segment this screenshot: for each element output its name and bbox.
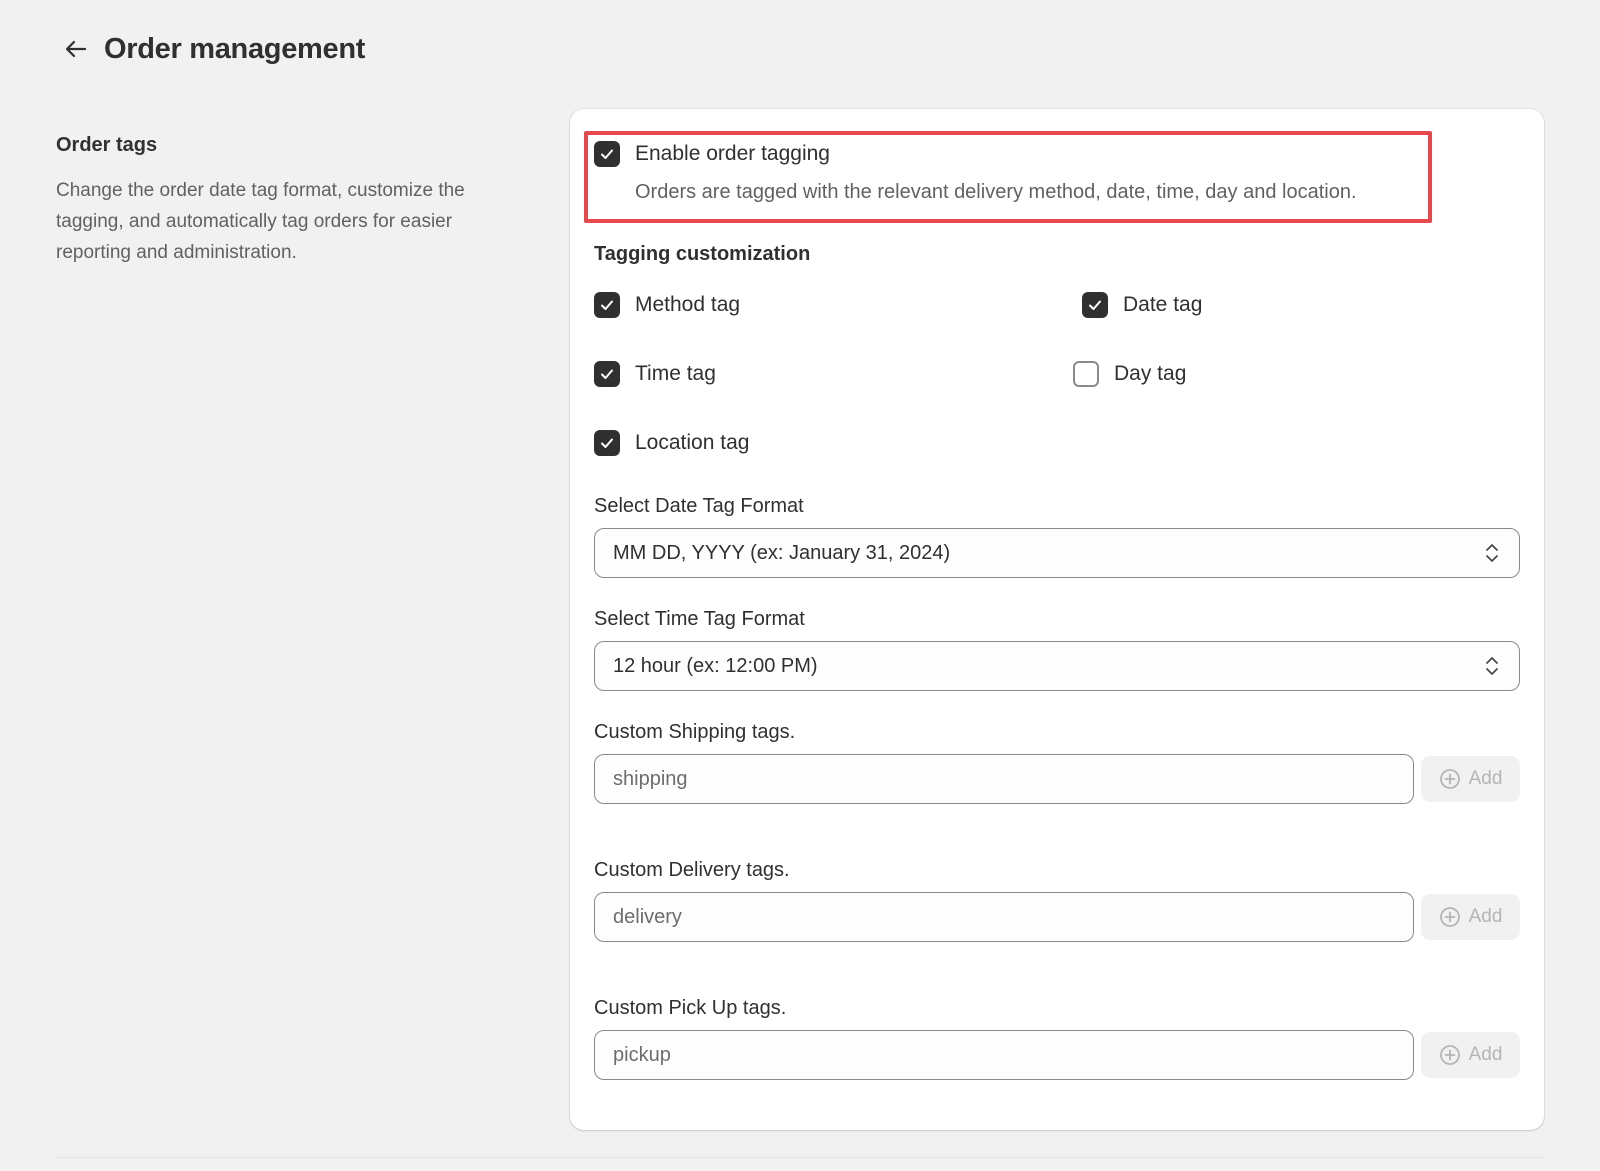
- delivery-tags-label: Custom Delivery tags.: [594, 859, 790, 881]
- date-tag-option[interactable]: Date tag: [1082, 292, 1202, 318]
- location-tag-label: Location tag: [635, 431, 750, 454]
- date-format-value: MM DD, YYYY (ex: January 31, 2024): [613, 541, 951, 564]
- arrow-left-icon: [65, 40, 87, 58]
- enable-order-tagging-checkbox[interactable]: [594, 141, 620, 167]
- time-format-label: Select Time Tag Format: [594, 608, 805, 630]
- select-chevrons-icon: [1486, 657, 1498, 675]
- select-chevrons-icon: [1486, 544, 1498, 562]
- bottom-divider: [56, 1157, 1544, 1158]
- method-tag-option[interactable]: Method tag: [594, 292, 740, 318]
- pickup-tags-input[interactable]: [613, 1043, 1395, 1067]
- checkmark-icon: [601, 438, 613, 448]
- back-button[interactable]: [56, 29, 96, 69]
- time-format-select[interactable]: 12 hour (ex: 12:00 PM): [594, 641, 1520, 691]
- date-format-label: Select Date Tag Format: [594, 495, 804, 517]
- time-tag-checkbox[interactable]: [594, 361, 620, 387]
- checkmark-icon: [601, 149, 613, 159]
- enable-order-tagging-label: Enable order tagging: [635, 142, 830, 165]
- time-tag-option[interactable]: Time tag: [594, 361, 716, 387]
- add-pickup-tag-button[interactable]: Add: [1421, 1032, 1520, 1078]
- enable-order-tagging-help-text: Orders are tagged with the relevant deli…: [635, 181, 1357, 203]
- section-title: Order tags: [56, 134, 158, 156]
- shipping-tags-label: Custom Shipping tags.: [594, 721, 796, 743]
- delivery-tags-input[interactable]: [613, 905, 1395, 929]
- day-tag-label: Day tag: [1114, 362, 1187, 385]
- add-delivery-tag-button[interactable]: Add: [1421, 894, 1520, 940]
- location-tag-option[interactable]: Location tag: [594, 430, 749, 456]
- pickup-tags-field[interactable]: [594, 1030, 1414, 1080]
- location-tag-checkbox[interactable]: [594, 430, 620, 456]
- checkmark-icon: [601, 300, 613, 310]
- plus-circle-icon: [1439, 907, 1460, 927]
- order-tags-card: Enable order tagging Orders are tagged w…: [570, 109, 1544, 1130]
- date-format-select[interactable]: MM DD, YYYY (ex: January 31, 2024): [594, 528, 1520, 578]
- add-pickup-tag-label: Add: [1468, 1044, 1503, 1065]
- pickup-tags-label: Custom Pick Up tags.: [594, 997, 787, 1019]
- checkmark-icon: [1089, 300, 1101, 310]
- checkmark-icon: [601, 369, 613, 379]
- enable-order-tagging-option[interactable]: Enable order tagging: [594, 141, 830, 167]
- add-shipping-tag-label: Add: [1468, 768, 1503, 789]
- page-header: Order management: [56, 28, 365, 70]
- shipping-tags-field[interactable]: [594, 754, 1414, 804]
- section-description-column: Order tags Change the order date tag for…: [56, 134, 506, 268]
- add-delivery-tag-label: Add: [1468, 906, 1503, 927]
- page-title: Order management: [104, 32, 366, 65]
- section-description: Change the order date tag format, custom…: [56, 180, 465, 263]
- plus-circle-icon: [1439, 1045, 1460, 1065]
- time-tag-label: Time tag: [635, 362, 716, 385]
- method-tag-checkbox[interactable]: [594, 292, 620, 318]
- time-format-value: 12 hour (ex: 12:00 PM): [613, 654, 818, 677]
- date-tag-checkbox[interactable]: [1082, 292, 1108, 318]
- day-tag-option[interactable]: Day tag: [1073, 361, 1186, 387]
- date-tag-label: Date tag: [1123, 293, 1203, 316]
- shipping-tags-input[interactable]: [613, 767, 1395, 791]
- add-shipping-tag-button[interactable]: Add: [1421, 756, 1520, 802]
- plus-circle-icon: [1439, 769, 1460, 789]
- delivery-tags-field[interactable]: [594, 892, 1414, 942]
- method-tag-label: Method tag: [635, 293, 741, 316]
- day-tag-checkbox[interactable]: [1073, 361, 1099, 387]
- tagging-customization-heading: Tagging customization: [594, 243, 811, 265]
